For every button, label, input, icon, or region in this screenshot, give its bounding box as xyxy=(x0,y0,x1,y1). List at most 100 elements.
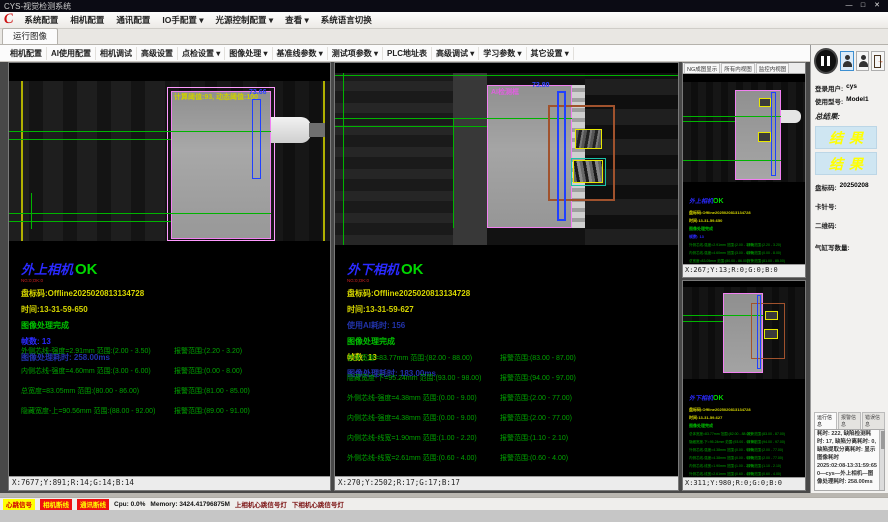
defect-box-1 xyxy=(575,129,602,149)
comm-offline-badge: 通讯断线 xyxy=(77,499,109,510)
result-box-text: 结果 xyxy=(823,154,869,174)
image-shape xyxy=(9,221,171,222)
process-done-line: 图像处理完成 xyxy=(21,320,321,331)
toolbar-item[interactable]: AI使用配置 xyxy=(47,47,96,60)
log-tab[interactable]: 运行信息 xyxy=(814,412,837,429)
process-done-line: 图像处理完成 xyxy=(689,226,785,232)
menu-item[interactable]: 通讯配置 xyxy=(111,13,155,27)
menu-item[interactable]: IO手配置 ▾ xyxy=(157,13,208,27)
operator-login-button[interactable] xyxy=(840,51,854,71)
mid-canvas[interactable]: AI检测框 73.80 外下相机OK NG:0;OK:0 盘标码:Offline… xyxy=(335,63,678,476)
measurement-row: 总宽度=83.05mm 范围:(80.00 - 86.00)报警范围:(81.0… xyxy=(689,259,785,264)
image-shape xyxy=(335,73,453,245)
total-result-label: 总结果: xyxy=(815,111,884,122)
small-view-monitor-canvas[interactable]: 外下相机OK 盘标码:Offline2025020813134728 时间:13… xyxy=(683,281,805,477)
mid-pixel-status: X:270;Y:2502;R:17;G:17;B:17 xyxy=(335,476,678,490)
image-shape xyxy=(21,81,23,241)
left-pixel-status: X:7677;Y:891;R:14;G:14;B:14 xyxy=(9,476,330,490)
toolbar-item[interactable]: 相机配置 xyxy=(6,47,47,60)
mini-measurements: 外侧芯线-强度=2.91mm 范围:(2.00 - 3.50)报警范围:(2.2… xyxy=(689,243,785,264)
measure-box-blue xyxy=(757,295,761,369)
measurement-row: 外侧芯线-强度=2.91mm 范围:(2.00 - 3.50)报警范围:(2.2… xyxy=(21,346,326,356)
log-tab[interactable]: 报警信息 xyxy=(838,412,861,429)
login-user-value: cys xyxy=(846,83,857,93)
camera-view-lower[interactable]: AI检测框 73.80 外下相机OK NG:0;OK:0 盘标码:Offline… xyxy=(334,62,679,491)
toolbar-item[interactable]: 点检设置 ▾ xyxy=(178,47,225,60)
measurement-row: 内侧芯线-线宽=1.90mm 范围:(1.00 - 2.20)报警范围:(1.1… xyxy=(689,464,785,469)
toolbar: 相机配置AI使用配置相机调试高级设置点检设置 ▾图像处理 ▾基准线参数 ▾测试项… xyxy=(0,45,810,62)
camera-view-upper[interactable]: 计算阈值:93, 动态阈值:100 73.66 外上相机OK NG:0;OK:0… xyxy=(8,62,331,491)
upper-cam-heartbeat: 上相机心跳信号灯 xyxy=(235,499,287,509)
process-done-line: 图像处理完成 xyxy=(347,336,647,347)
toolbar-item[interactable]: 高级调试 ▾ xyxy=(432,47,479,60)
exit-button[interactable]: → xyxy=(871,51,885,71)
toolbar-item[interactable]: 图像处理 ▾ xyxy=(225,47,272,60)
menu-item[interactable]: 光源控制配置 ▾ xyxy=(211,13,279,27)
connector-part xyxy=(271,117,311,143)
toolbar-item[interactable]: 学习参数 ▾ xyxy=(479,47,526,60)
small-view-tabs: NG成图显示所有内视图监控内视图 xyxy=(683,63,805,74)
result-ok: OK xyxy=(75,261,98,278)
image-shape xyxy=(683,116,781,117)
toolbar-item[interactable]: 测试项参数 ▾ xyxy=(328,47,383,60)
app-logo-icon: C xyxy=(3,11,14,28)
measurement-row: 内侧芯线-强度=4.60mm 范围:(3.00 - 6.00)报警范围:(0.0… xyxy=(689,251,785,256)
small-view-tab[interactable]: NG成图显示 xyxy=(684,63,720,73)
measurement-row: 总体宽度=83.77mm 范围:(82.00 - 88.00)报警范围:(83.… xyxy=(347,353,652,363)
log-tab[interactable]: 错误信息 xyxy=(862,412,885,429)
image-shape xyxy=(309,123,325,137)
small-view-monitor[interactable]: 外下相机OK 盘标码:Offline2025020813134728 时间:13… xyxy=(682,280,806,491)
tab-run-image[interactable]: 运行图像 xyxy=(2,28,58,44)
menu-item[interactable]: 系统语言切换 xyxy=(316,13,377,27)
result-box-text: 结果 xyxy=(823,128,869,148)
measurement-row: 隐藏宽度-下=95.24mm 范围:(93.00 - 98.00)报警范围:(9… xyxy=(689,440,785,445)
cylinder-count-label: 气缸写数量: xyxy=(815,242,850,252)
barcode-line: 盘标码:Offline2025020813134728 xyxy=(347,288,647,299)
log-scrollbar[interactable] xyxy=(879,430,884,490)
blue-value-note: 73.80 xyxy=(532,82,550,89)
small-view-ng-canvas[interactable]: 外上相机OK 盘标码:Offline2025020813134728 时间:13… xyxy=(683,74,805,264)
pause-button[interactable] xyxy=(814,48,838,74)
measurement-row: 隐藏宽度-上=90.56mm 范围:(88.00 - 92.00)报警范围:(8… xyxy=(21,406,326,416)
small-view-tab[interactable]: 监控内视图 xyxy=(756,63,790,73)
toolbar-item[interactable]: 基准线参数 ▾ xyxy=(273,47,328,60)
left-measurements: 外侧芯线-强度=2.91mm 范围:(2.00 - 3.50)报警范围:(2.2… xyxy=(21,346,326,426)
log-text: 耗时: 222, 缺陷检测耗时: 17, 缺陷分离耗时: 0, 缺陷提取分离耗时… xyxy=(815,430,879,490)
measurement-row: 外侧芯线-强度=4.38mm 范围:(0.00 - 9.00)报警范围:(2.0… xyxy=(347,393,652,403)
blue-value-note: 73.66 xyxy=(249,89,267,96)
defect-box xyxy=(765,311,778,320)
menu-item[interactable]: 系统配置 xyxy=(19,13,63,27)
left-canvas[interactable]: 计算阈值:93, 动态阈值:100 73.66 外上相机OK NG:0;OK:0… xyxy=(9,63,330,476)
minimize-icon[interactable]: — xyxy=(842,0,856,12)
defect-box xyxy=(758,132,771,142)
model-value[interactable]: Model1 xyxy=(846,96,868,106)
menu-item[interactable]: 查看 ▾ xyxy=(280,13,314,27)
measure-box-blue xyxy=(771,92,776,176)
measurement-row: 总体宽度=83.77mm 范围:(82.00 - 88.00)报警范围:(83.… xyxy=(689,432,785,437)
admin-login-button[interactable] xyxy=(856,51,870,71)
small-view-ng[interactable]: NG成图显示所有内视图监控内视图 xyxy=(682,62,806,278)
close-icon[interactable]: ✕ xyxy=(870,0,884,12)
measurement-row: 总宽度=83.05mm 范围:(80.00 - 86.00)报警范围:(81.0… xyxy=(21,386,326,396)
defect-box-2 xyxy=(573,160,603,183)
measurement-row: 外侧芯线-线宽=2.61mm 范围:(0.60 - 4.00)报警范围:(0.6… xyxy=(347,453,652,463)
measurement-row: 外侧芯线-强度=4.38mm 范围:(0.00 - 9.00)报警范围:(2.0… xyxy=(689,448,785,453)
toolbar-item[interactable]: 高级设置 xyxy=(137,47,178,60)
small-top-pixel-status: X:267;Y:13;R:0;G:0;B:0 xyxy=(683,264,805,277)
camera-name: 外上相机 xyxy=(21,262,73,277)
toolbar-item[interactable]: 相机调试 xyxy=(96,47,137,60)
reel-code-value: 20250208 xyxy=(840,182,869,192)
small-view-tab[interactable]: 所有内视图 xyxy=(721,63,755,73)
process-done-line: 图像处理完成 xyxy=(689,423,785,429)
log-tabs: 运行信息报警信息错误信息 xyxy=(814,412,885,429)
frame-line: 帧数: 13 xyxy=(689,234,785,240)
image-shape xyxy=(323,81,325,241)
menu-item[interactable]: 相机配置 xyxy=(65,13,109,27)
maximize-icon[interactable]: □ xyxy=(856,0,870,12)
toolbar-item[interactable]: 其它设置 ▾ xyxy=(527,47,574,60)
time-line: 时间:13-31-59-627 xyxy=(689,415,785,421)
small-bottom-pixel-status: X:311;Y:980;R:0;G:0;B:0 xyxy=(683,477,805,490)
measurement-row: 内侧芯线-线宽=1.90mm 范围:(1.00 - 2.20)报警范围:(1.1… xyxy=(347,433,652,443)
toolbar-item[interactable]: PLC地址表 xyxy=(383,47,432,60)
time-line: 时间:13-31-59-650 xyxy=(21,304,321,315)
